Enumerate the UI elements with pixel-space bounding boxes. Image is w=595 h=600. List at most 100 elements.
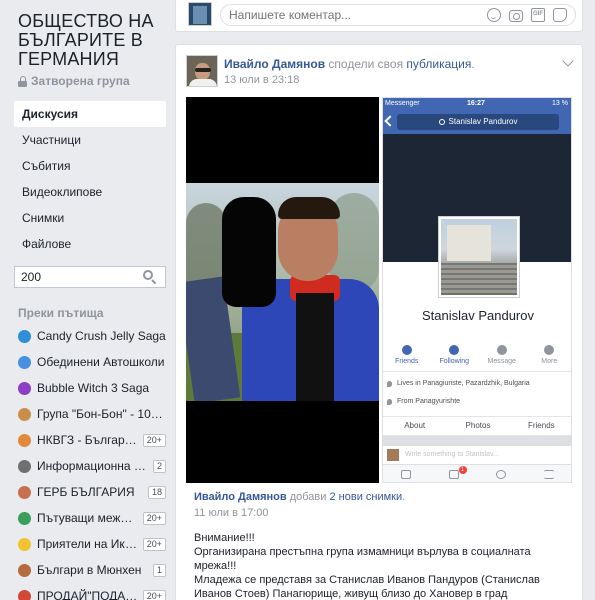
shared-timestamp[interactable]: 11 юли в 17:00 <box>194 507 574 519</box>
shared-post-text: Внимание!!! Организирана престъпна група… <box>194 531 574 600</box>
shortcut-item[interactable]: Приятели на Икар ...20+ <box>18 531 166 557</box>
sticker-icon[interactable] <box>553 8 567 22</box>
shortcut-item[interactable]: Bubble Witch 3 Saga <box>18 375 166 401</box>
shortcut-item[interactable]: ПРОДАЙ"ПОДАР... 20+ <box>18 583 166 600</box>
shortcut-label: Пътуващи между ... <box>37 511 139 525</box>
selfie-image <box>186 183 379 401</box>
globe-icon <box>18 511 31 525</box>
gif-icon[interactable]: GIF <box>531 8 545 22</box>
shared-post: Ивайло Дамянов добави 2 нови снимки. 11 … <box>194 491 574 600</box>
post-text-line: Организирана престъпна група измамници в… <box>194 546 531 572</box>
group-title[interactable]: ОБЩЕСТВО НА БЪЛГАРИТЕ В ГЕРМАНИЯ <box>18 12 168 69</box>
phone-action-more: More <box>526 338 572 371</box>
post-shared-link[interactable]: публикация <box>406 57 471 71</box>
chevron-down-icon[interactable] <box>562 55 574 67</box>
count-badge: 18 <box>147 485 166 499</box>
shortcuts-title: Преки пътища <box>18 306 104 320</box>
more-icon <box>544 344 555 355</box>
shortcut-item[interactable]: Candy Crush Jelly Saga <box>18 323 166 349</box>
messenger-icon <box>496 344 507 355</box>
back-icon <box>384 115 396 127</box>
phone-profile-actions: Friends Following Message More <box>383 338 572 372</box>
pin-icon <box>387 399 392 405</box>
shortcut-label: Обединени Автошколи <box>37 355 165 369</box>
phone-profile-tabs: About Photos Friends <box>383 416 571 436</box>
phone-action-following: Following <box>431 338 479 371</box>
menu-icon <box>526 465 572 482</box>
shortcut-item[interactable]: Информационна Аге...2 <box>18 453 166 479</box>
news-feed-icon <box>383 465 431 482</box>
shared-photos-link[interactable]: 2 нови снимки <box>329 491 402 503</box>
group-icon <box>18 485 31 499</box>
post-author-link[interactable]: Ивайло Дамянов <box>224 57 325 71</box>
post-header: Ивайло Дамянов сподели своя публикация. <box>224 57 475 71</box>
nav-item-discussion[interactable]: Дискусия <box>14 101 166 127</box>
post-text-line: Внимание!!! <box>194 532 255 544</box>
nav-item-files[interactable]: Файлове <box>14 231 166 257</box>
lock-icon <box>18 75 27 87</box>
shortcut-item[interactable]: НКВГЗ - България... 20+ <box>18 427 166 453</box>
nav-item-photos[interactable]: Снимки <box>14 205 166 231</box>
shortcut-item[interactable]: ГЕРБ БЪЛГАРИЯ 18 <box>18 479 166 505</box>
count-badge: 2 <box>152 459 166 473</box>
group-search <box>14 266 166 288</box>
phone-action-message: Message <box>478 338 526 371</box>
group-privacy-label: Затворена група <box>31 74 130 88</box>
group-icon <box>18 589 31 600</box>
phone-tab-friends: Friends <box>527 421 555 430</box>
emoji-icon[interactable] <box>487 8 501 22</box>
group-privacy: Затворена група <box>18 74 130 88</box>
count-badge: 20+ <box>142 589 166 600</box>
post-card: Ивайло Дамянов сподели своя публикация. … <box>175 44 583 600</box>
shortcut-label: Bubble Witch 3 Saga <box>37 381 150 395</box>
group-icon <box>18 355 31 369</box>
shortcut-label: Информационна Аге... <box>37 459 149 473</box>
nav-item-members[interactable]: Участници <box>14 127 166 153</box>
shortcut-item[interactable]: Група "Бон-Бон" - 104 ... <box>18 401 166 427</box>
shortcut-label: ГЕРБ БЪЛГАРИЯ <box>37 485 135 499</box>
page: ОБЩЕСТВО НА БЪЛГАРИТЕ В ГЕРМАНИЯ Затворе… <box>0 0 595 600</box>
post-photo-selfie[interactable] <box>186 97 379 483</box>
nav-item-events[interactable]: Събития <box>14 153 166 179</box>
comment-input[interactable] <box>221 6 487 24</box>
phone-profile-name: Stanislav Pandurov <box>421 308 534 323</box>
friend-requests-icon: 1 <box>431 465 479 482</box>
count-badge: 20+ <box>142 511 166 525</box>
count-badge: 20+ <box>142 433 166 447</box>
group-icon <box>18 459 31 473</box>
post-photo-profile-screenshot[interactable]: Messenger 16:27 13 % Stanislav Pandurov … <box>382 97 572 483</box>
game-icon <box>18 381 31 395</box>
home-icon <box>387 381 392 387</box>
author-avatar[interactable] <box>186 55 218 87</box>
nav-item-videos[interactable]: Видеоклипове <box>14 179 166 205</box>
count-badge: 20+ <box>142 537 166 551</box>
friends-icon <box>401 344 412 355</box>
post-timestamp[interactable]: 13 юли в 23:18 <box>224 74 299 86</box>
group-search-input[interactable] <box>15 267 139 287</box>
post-action-text: сподели своя <box>325 57 407 71</box>
rss-icon <box>449 344 460 355</box>
avatar <box>387 449 399 461</box>
phone-write-text: Write something to Stanislav... <box>405 451 499 458</box>
phone-info-from: From Panagyurishte <box>383 398 571 405</box>
comment-input-wrapper: GIF <box>220 4 576 26</box>
comment-composer: GIF <box>175 0 583 32</box>
phone-tab-about: About <box>404 421 426 430</box>
camera-icon[interactable] <box>509 9 523 22</box>
shared-action-text: добави <box>286 491 330 503</box>
avatar[interactable] <box>188 2 212 26</box>
phone-action-label: More <box>541 357 558 365</box>
shortcut-item[interactable]: Българи в Мюнхен 1 <box>18 557 166 583</box>
group-nav: Дискусия Участници Събития Видеоклипове … <box>14 101 166 257</box>
globe-icon <box>478 465 526 482</box>
phone-cover-photo <box>383 134 571 298</box>
phone-tab-photos: Photos <box>465 421 491 430</box>
search-icon[interactable] <box>143 270 157 285</box>
shortcut-item[interactable]: Пътуващи между ... 20+ <box>18 505 166 531</box>
phone-search-text: Stanislav Pandurov <box>448 117 518 126</box>
phone-carrier: Messenger <box>385 100 420 107</box>
shortcut-item[interactable]: Обединени Автошколи <box>18 349 166 375</box>
phone-battery: 13 % <box>552 100 568 107</box>
shared-author-link[interactable]: Ивайло Дамянов <box>194 491 287 503</box>
search-icon <box>438 119 445 125</box>
